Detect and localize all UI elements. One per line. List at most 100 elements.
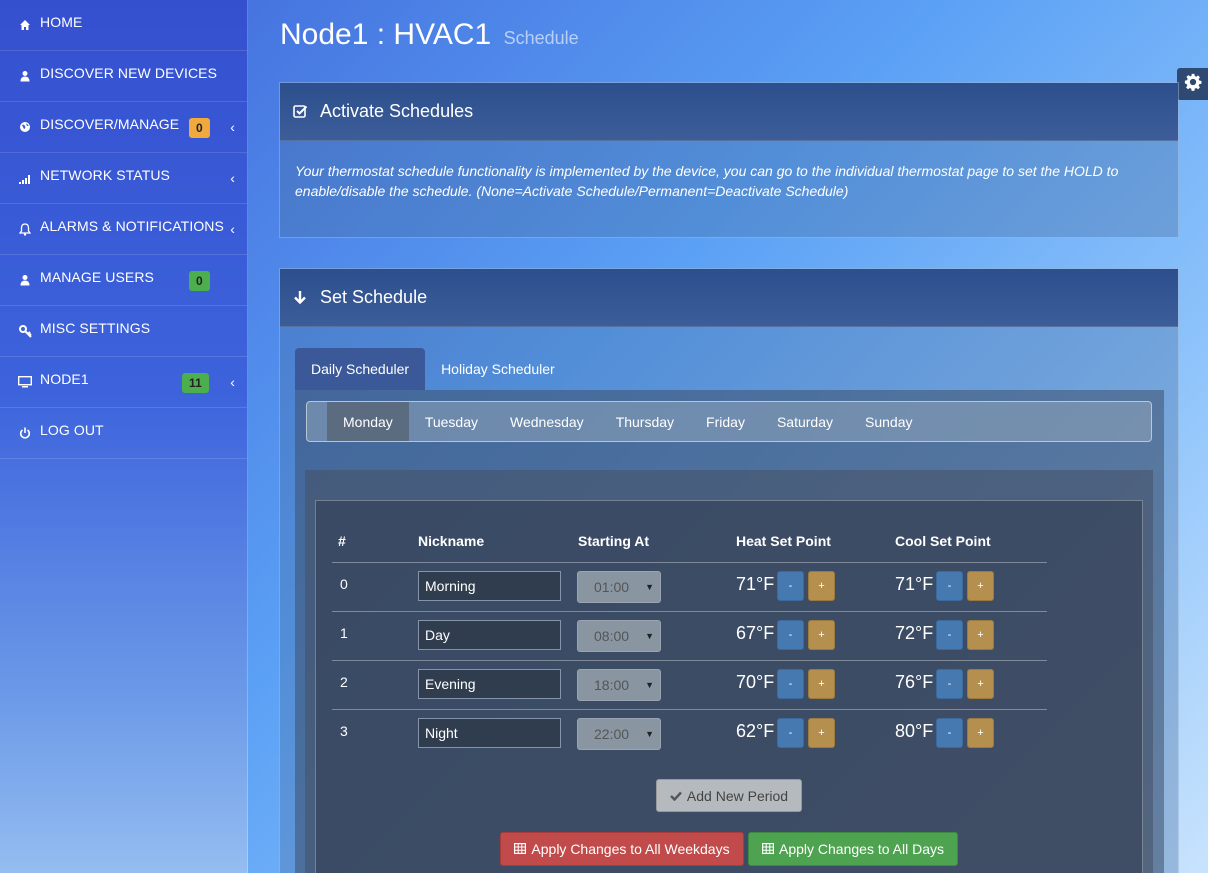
- sidebar-item-label: NETWORK STATUS: [40, 167, 170, 183]
- nickname-input[interactable]: Day: [418, 620, 561, 650]
- sidebar-item-node1[interactable]: NODE1 11 ‹: [0, 357, 247, 408]
- apply-weekdays-button[interactable]: Apply Changes to All Weekdays: [500, 832, 744, 866]
- select-value: 22:00: [594, 726, 630, 742]
- cool-increase-button[interactable]: +: [967, 620, 994, 650]
- sidebar: HOME DISCOVER NEW DEVICES DISCOVER/MANAG…: [0, 0, 248, 873]
- cool-increase-button[interactable]: +: [967, 571, 994, 601]
- day-tab-monday[interactable]: Monday: [327, 402, 409, 441]
- column-header-nickname: Nickname: [418, 533, 485, 549]
- row-divider: [332, 562, 1047, 563]
- column-header-heat-set-point: Heat Set Point: [736, 533, 831, 549]
- sidebar-item-discover-manage[interactable]: DISCOVER/MANAGE 0 ‹: [0, 102, 247, 153]
- sidebar-item-label: ALARMS & NOTIFICATIONS: [40, 218, 224, 234]
- heat-decrease-button[interactable]: -: [777, 571, 804, 601]
- column-header-starting-at: Starting At: [578, 533, 650, 549]
- daily-scheduler-content: Monday Tuesday Wednesday Thursday Friday…: [295, 390, 1164, 873]
- sidebar-item-home[interactable]: HOME: [0, 0, 247, 51]
- sidebar-item-label: MISC SETTINGS: [40, 320, 151, 336]
- cool-increase-button[interactable]: +: [967, 718, 994, 748]
- add-new-period-button[interactable]: Add New Period: [656, 779, 802, 812]
- schedule-container: # Nickname Starting At Heat Set Point Co…: [305, 470, 1153, 873]
- heat-set-point-value: 67°F: [736, 623, 775, 643]
- sidebar-item-label: DISCOVER NEW DEVICES: [40, 65, 218, 81]
- arrow-down-icon: [293, 290, 308, 305]
- day-tab-friday[interactable]: Friday: [690, 402, 761, 441]
- sidebar-item-manage-users[interactable]: MANAGE USERS 0: [0, 255, 247, 306]
- sidebar-item-label: LOG OUT: [40, 422, 104, 438]
- nickname-input[interactable]: Morning: [418, 571, 561, 601]
- heat-increase-button[interactable]: +: [808, 571, 835, 601]
- start-time-select[interactable]: 01:00 ▼: [577, 571, 661, 603]
- button-label: Add New Period: [686, 787, 789, 804]
- panel-header: Set Schedule: [280, 269, 1178, 327]
- select-value: 08:00: [594, 628, 630, 644]
- day-tab-tuesday[interactable]: Tuesday: [409, 402, 494, 441]
- cool-set-point-value: 76°F: [895, 672, 934, 692]
- column-header-cool-set-point: Cool Set Point: [895, 533, 991, 549]
- caret-down-icon: ▼: [645, 729, 654, 739]
- sidebar-item-label: MANAGE USERS: [40, 269, 154, 285]
- count-badge: 0: [189, 118, 210, 138]
- tab-holiday-scheduler[interactable]: Holiday Scheduler: [425, 348, 571, 390]
- page-title: Node1 : HVAC1 Schedule: [280, 18, 579, 52]
- caret-down-icon: ▼: [645, 680, 654, 690]
- table-icon: [514, 841, 527, 857]
- heat-decrease-button[interactable]: -: [777, 620, 804, 650]
- day-tab-sunday[interactable]: Sunday: [849, 402, 928, 441]
- globe-icon: [18, 120, 32, 134]
- cool-decrease-button[interactable]: -: [936, 620, 963, 650]
- gear-icon: [1184, 73, 1202, 96]
- day-tab-saturday[interactable]: Saturday: [761, 402, 849, 441]
- caret-down-icon: ▼: [645, 631, 654, 641]
- cool-set-point-value: 72°F: [895, 623, 934, 643]
- heat-increase-button[interactable]: +: [808, 669, 835, 699]
- cool-decrease-button[interactable]: -: [936, 669, 963, 699]
- cool-increase-button[interactable]: +: [967, 669, 994, 699]
- scheduler-tabs: Daily Scheduler Holiday Scheduler: [295, 348, 571, 390]
- heat-increase-button[interactable]: +: [808, 620, 835, 650]
- chevron-left-icon: ‹: [230, 170, 235, 186]
- sidebar-item-misc-settings[interactable]: MISC SETTINGS: [0, 306, 247, 357]
- key-icon: [18, 324, 32, 338]
- start-time-select[interactable]: 08:00 ▼: [577, 620, 661, 652]
- tab-daily-scheduler[interactable]: Daily Scheduler: [295, 348, 426, 390]
- sidebar-item-discover-new-devices[interactable]: DISCOVER NEW DEVICES: [0, 51, 247, 102]
- start-time-select[interactable]: 18:00 ▼: [577, 669, 661, 701]
- row-divider: [332, 709, 1047, 710]
- start-time-select[interactable]: 22:00 ▼: [577, 718, 661, 750]
- sidebar-item-log-out[interactable]: LOG OUT: [0, 408, 247, 459]
- settings-toggle-button[interactable]: [1177, 68, 1208, 100]
- chevron-left-icon: ‹: [230, 374, 235, 390]
- heat-decrease-button[interactable]: -: [777, 718, 804, 748]
- day-selector: Monday Tuesday Wednesday Thursday Friday…: [306, 401, 1152, 442]
- sidebar-item-label: DISCOVER/MANAGE: [40, 116, 180, 132]
- count-badge: 0: [189, 271, 210, 291]
- caret-down-icon: ▼: [645, 582, 654, 592]
- sidebar-item-alarms-notifications[interactable]: ALARMS & NOTIFICATIONS ‹: [0, 204, 247, 255]
- row-index: 3: [340, 723, 348, 739]
- cool-set-point-value: 71°F: [895, 574, 934, 594]
- cool-decrease-button[interactable]: -: [936, 571, 963, 601]
- day-tab-thursday[interactable]: Thursday: [600, 402, 690, 441]
- chevron-left-icon: ‹: [230, 221, 235, 237]
- heat-set-point-value: 70°F: [736, 672, 775, 692]
- count-badge: 11: [182, 373, 209, 393]
- heat-increase-button[interactable]: +: [808, 718, 835, 748]
- chevron-left-icon: ‹: [230, 119, 235, 135]
- user-icon: [18, 273, 32, 287]
- nickname-input[interactable]: Evening: [418, 669, 561, 699]
- day-tab-wednesday[interactable]: Wednesday: [494, 402, 600, 441]
- row-index: 0: [340, 576, 348, 592]
- cool-decrease-button[interactable]: -: [936, 718, 963, 748]
- schedule-table: # Nickname Starting At Heat Set Point Co…: [315, 500, 1143, 873]
- nickname-input[interactable]: Night: [418, 718, 561, 748]
- sidebar-item-network-status[interactable]: NETWORK STATUS ‹: [0, 153, 247, 204]
- page-title-text: Node1 : HVAC1: [280, 18, 492, 51]
- panel-title: Activate Schedules: [320, 101, 474, 121]
- monitor-icon: [18, 375, 32, 389]
- apply-all-days-button[interactable]: Apply Changes to All Days: [748, 832, 958, 866]
- heat-decrease-button[interactable]: -: [777, 669, 804, 699]
- heat-set-point-value: 62°F: [736, 721, 775, 741]
- column-header-index: #: [338, 533, 346, 549]
- heat-set-point-value: 71°F: [736, 574, 775, 594]
